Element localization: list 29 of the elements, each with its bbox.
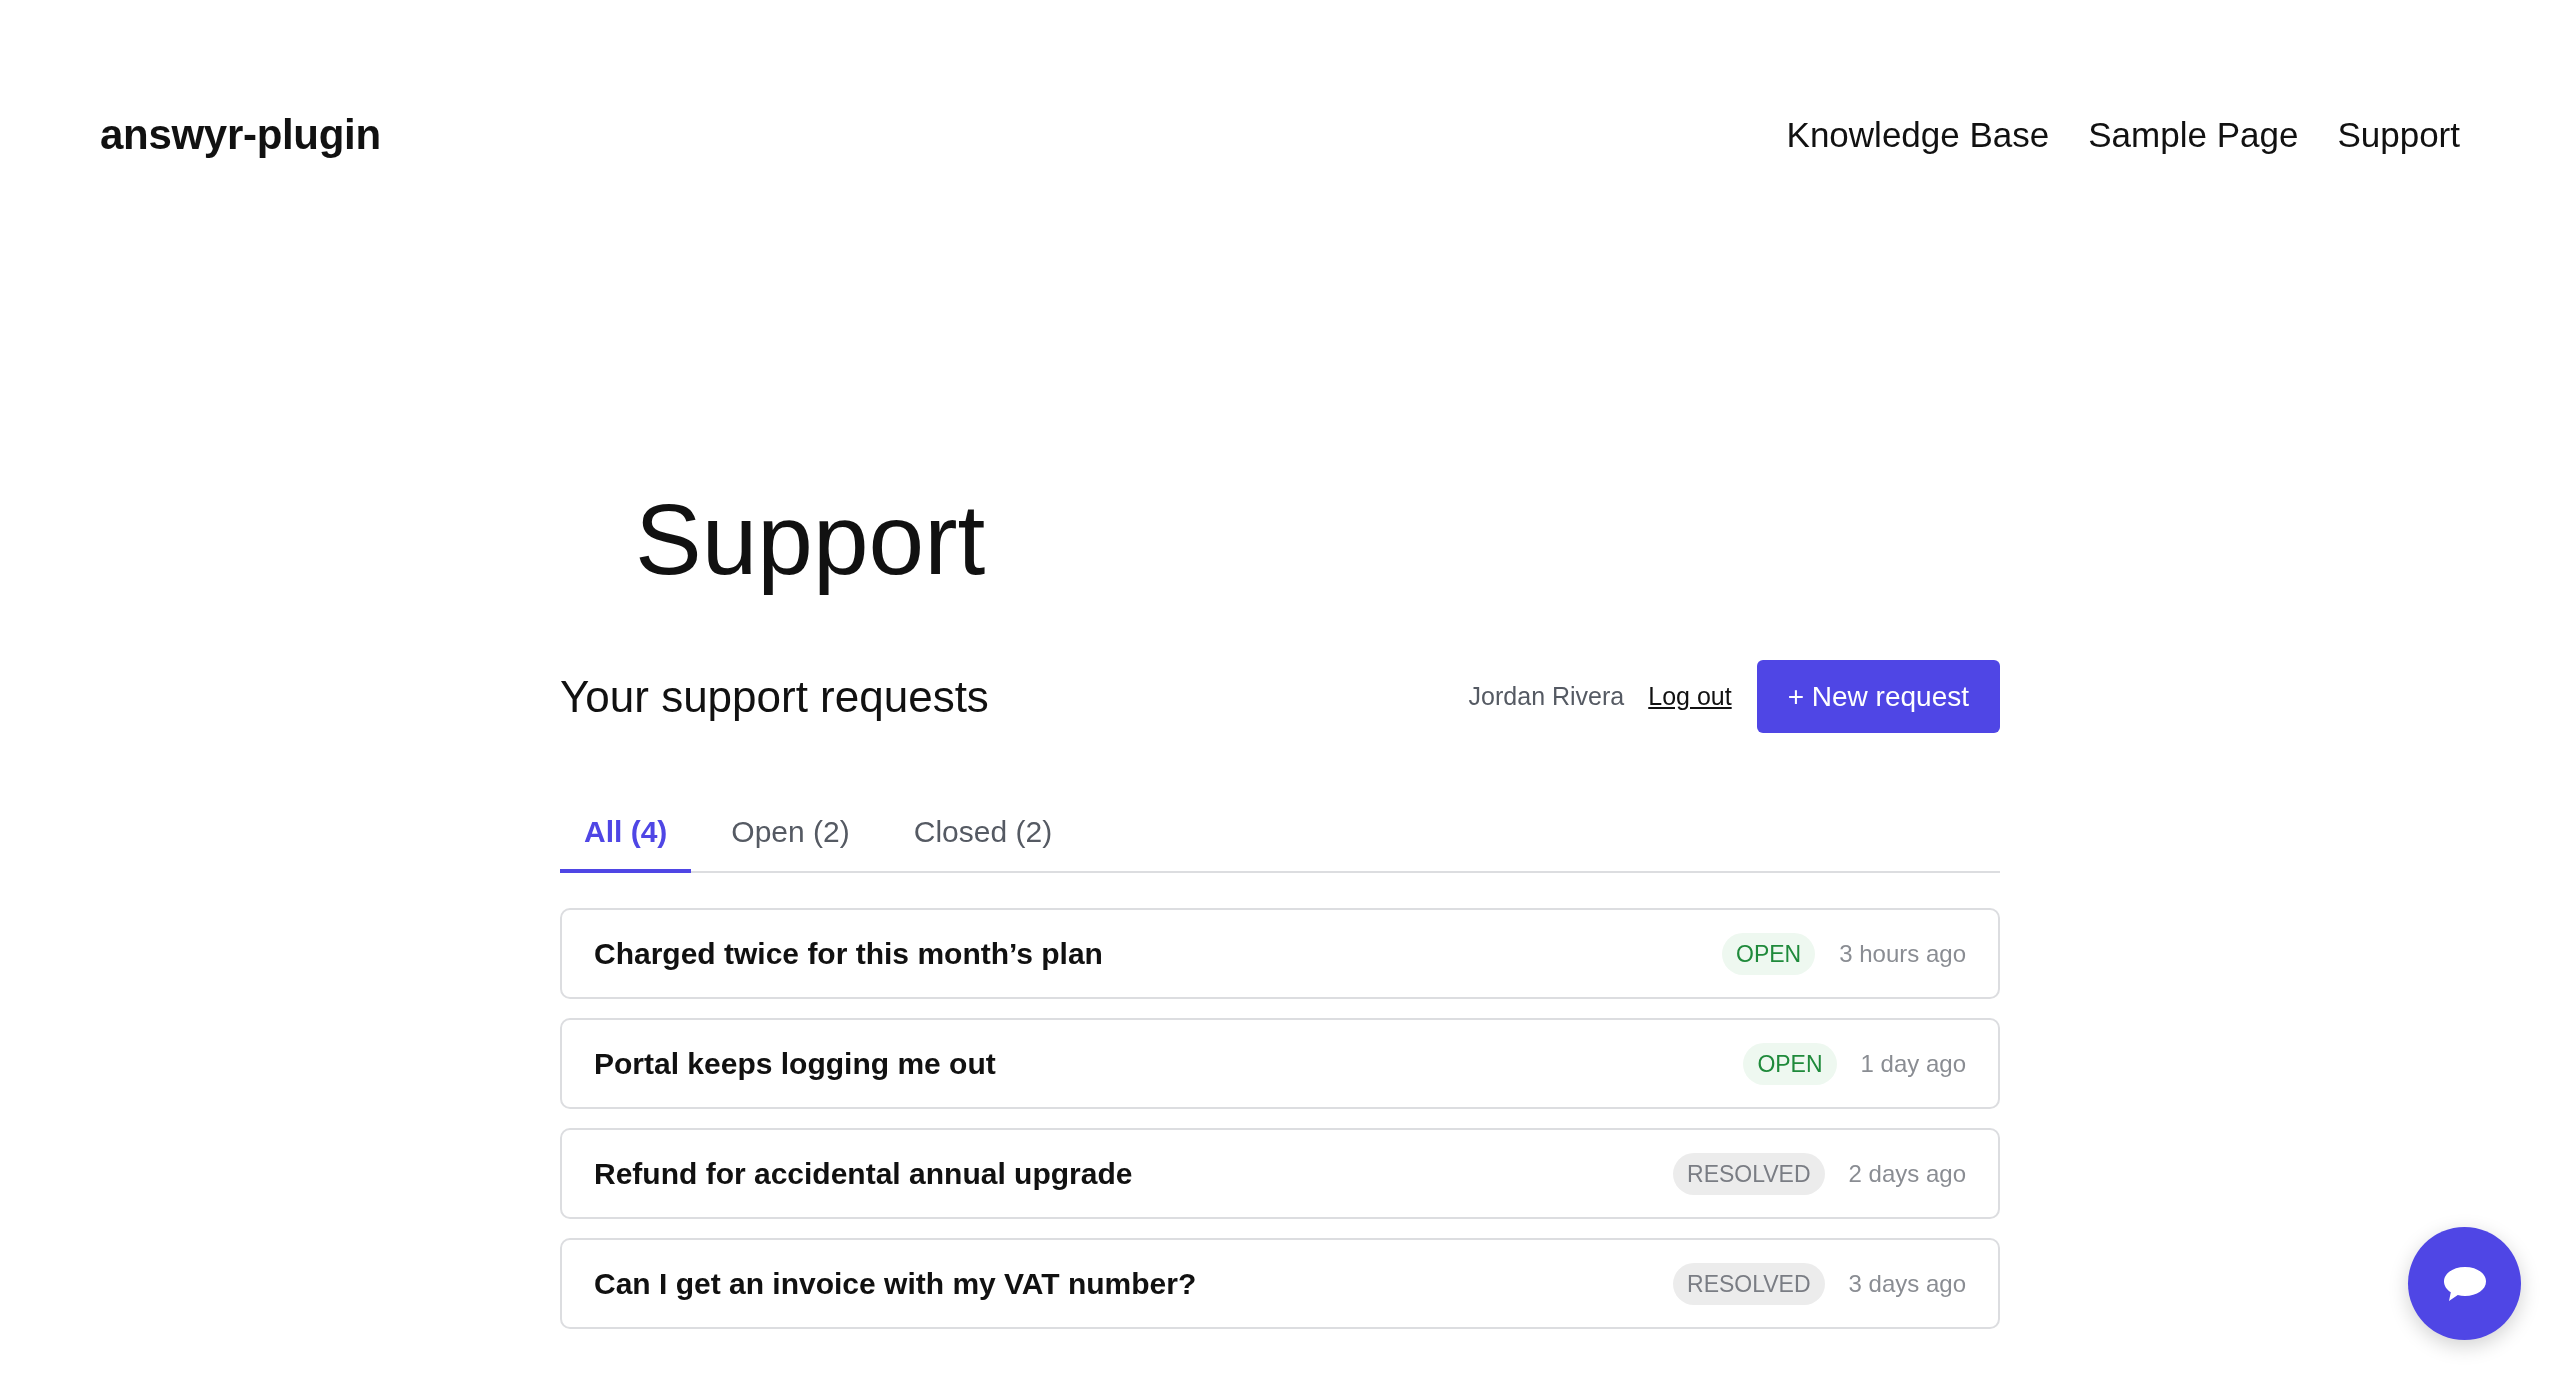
request-title: Refund for accidental annual upgrade — [594, 1156, 1133, 1191]
status-badge: RESOLVED — [1673, 1152, 1825, 1195]
site-logo[interactable]: answyr-plugin — [100, 105, 381, 165]
request-row[interactable]: Can I get an invoice with my VAT number? RESOLVED 3 days ago — [560, 1238, 2000, 1329]
request-time: 3 hours ago — [1839, 939, 1966, 968]
new-request-button[interactable]: + New request — [1756, 660, 2000, 733]
request-title: Charged twice for this month’s plan — [594, 936, 1103, 971]
request-row[interactable]: Charged twice for this month’s plan OPEN 3 hours ago — [560, 908, 2000, 999]
nav-link[interactable]: Support — [2337, 105, 2460, 165]
status-badge: RESOLVED — [1673, 1262, 1825, 1305]
filter-tab[interactable]: All (4) — [560, 795, 692, 873]
filter-tab[interactable]: Closed (2) — [889, 795, 1077, 873]
request-time: 2 days ago — [1848, 1159, 1966, 1188]
request-row[interactable]: Portal keeps logging me out OPEN 1 day ago — [560, 1018, 2000, 1109]
request-row[interactable]: Refund for accidental annual upgrade RESOLVED 2 days ago — [560, 1128, 2000, 1219]
request-time: 1 day ago — [1860, 1049, 1966, 1078]
request-title: Can I get an invoice with my VAT number? — [594, 1266, 1197, 1301]
speech-bubble-icon — [2442, 1265, 2487, 1302]
logout-link[interactable]: Log out — [1648, 682, 1732, 711]
filter-tab[interactable]: Open (2) — [707, 795, 874, 873]
section-title: Your support requests — [560, 670, 989, 723]
nav-link[interactable]: Knowledge Base — [1786, 105, 2050, 165]
status-badge: OPEN — [1743, 1042, 1837, 1085]
request-title: Portal keeps logging me out — [594, 1046, 996, 1081]
nav-link[interactable]: Sample Page — [2088, 105, 2299, 165]
request-time: 3 days ago — [1848, 1269, 1966, 1298]
status-badge: OPEN — [1722, 932, 1816, 975]
user-name: Jordan Rivera — [1468, 682, 1625, 711]
page-title: Support — [635, 482, 987, 597]
